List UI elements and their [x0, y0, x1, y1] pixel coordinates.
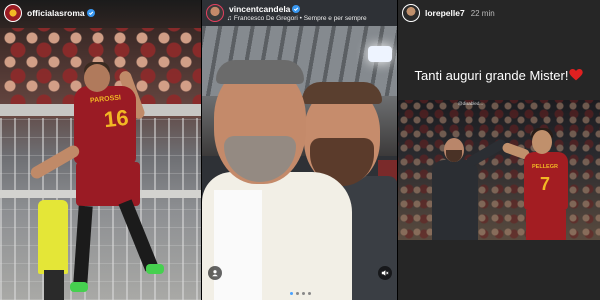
story-photo: PAROSSI 16	[0, 0, 202, 300]
story-header: lorepelle7 22 min	[398, 0, 600, 26]
verified-badge-icon	[86, 9, 95, 17]
player-boot	[146, 264, 164, 274]
player-leg	[73, 205, 93, 285]
avatar[interactable]	[402, 4, 420, 22]
carousel-dot	[301, 292, 305, 295]
person-left-shirt	[214, 190, 262, 300]
story-caption: Tanti auguri grande Mister!	[398, 68, 600, 83]
player-figure: PELLEGR 7	[501, 128, 578, 240]
avatar[interactable]	[4, 4, 22, 22]
verified-badge-icon	[292, 5, 301, 13]
red-heart-icon	[569, 69, 584, 81]
person-left-hair	[216, 60, 304, 84]
player-leg	[118, 199, 159, 272]
player-figure: PAROSSI 16	[28, 60, 170, 300]
story-header: vincentcandela	[202, 0, 398, 26]
story-panel-asroma[interactable]: PAROSSI 16 officialasroma	[0, 0, 202, 300]
person-right-hair	[302, 82, 382, 104]
player-shirt-number: 16	[102, 104, 130, 133]
speaker-muted-icon[interactable]	[378, 266, 392, 280]
story-photo: PELLEGR 7	[398, 100, 600, 240]
player-shorts	[526, 210, 566, 240]
carousel-dot	[307, 292, 311, 295]
player-shirt-number: 7	[540, 174, 551, 194]
player-head	[532, 130, 552, 154]
username[interactable]: lorepelle7	[425, 8, 465, 18]
story-panel-lorepelle7[interactable]: lorepelle7 22 min Tanti auguri grande Mi…	[398, 0, 600, 300]
player-boot	[70, 282, 88, 292]
coach-body	[432, 160, 478, 240]
user-tag-icon[interactable]	[208, 266, 222, 280]
mention-tag[interactable]: @disabled...	[458, 101, 483, 106]
story-photo	[202, 0, 398, 300]
story-panel-vincentcandela[interactable]: vincentcandela ♫ Francesco De Gregori • S…	[202, 0, 398, 300]
carousel-dot	[295, 292, 299, 295]
player-shirt-name: PELLEGR	[532, 164, 558, 170]
username[interactable]: vincentcandela	[229, 4, 290, 14]
stadium-lights	[368, 46, 392, 62]
username[interactable]: officialasroma	[27, 8, 85, 18]
player-head	[84, 64, 110, 92]
carousel-dot	[289, 292, 293, 295]
post-time: 22 min	[470, 8, 495, 18]
story-header: officialasroma	[0, 0, 202, 26]
avatar[interactable]	[206, 4, 224, 22]
caption-text: Tanti auguri grande Mister!	[414, 68, 569, 83]
carousel-indicator	[202, 292, 398, 295]
coach-figure	[428, 137, 508, 240]
